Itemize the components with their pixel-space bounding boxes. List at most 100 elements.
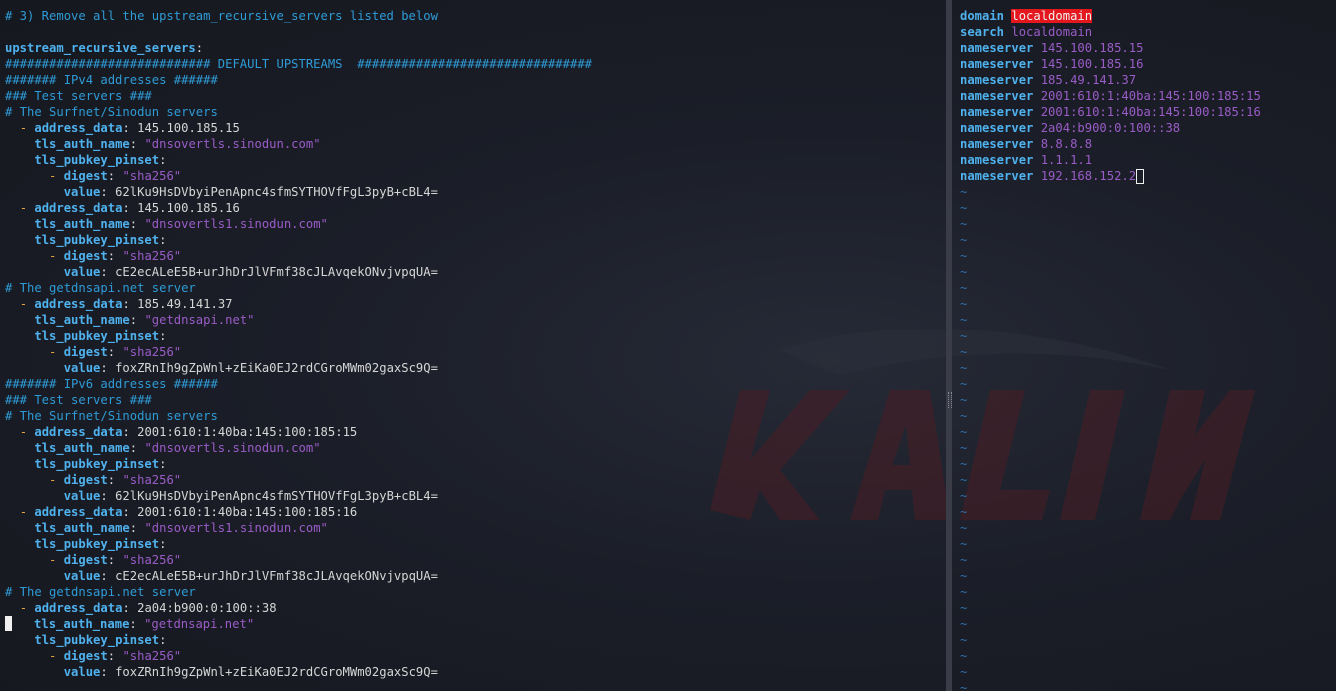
empty-line-marker: ~	[960, 632, 1261, 648]
resolv-line[interactable]: nameserver 192.168.152.2	[960, 168, 1261, 184]
tilde-marker: ~	[960, 377, 968, 391]
resolv-line[interactable]: nameserver 8.8.8.8	[960, 136, 1261, 152]
text-cursor	[1136, 169, 1145, 184]
code-line[interactable]: # 3) Remove all the upstream_recursive_s…	[5, 8, 592, 24]
code-line[interactable]: tls_auth_name: "dnsovertls1.sinodun.com"	[5, 520, 592, 536]
resolv-line[interactable]: nameserver 185.49.141.37	[960, 72, 1261, 88]
code-line[interactable]: tls_pubkey_pinset:	[5, 328, 592, 344]
code-line[interactable]: - address_data: 145.100.185.16	[5, 200, 592, 216]
right-editor-pane[interactable]: domain localdomain search localdomain name…	[953, 0, 1336, 691]
code-line[interactable]: - address_data: 185.49.141.37	[5, 296, 592, 312]
code-line[interactable]: ### Test servers ###	[5, 392, 592, 408]
code-line[interactable]: - digest: "sha256"	[5, 168, 592, 184]
code-line[interactable]: value: cE2ecALeE5B+urJhDrJlVFmf38cJLAvqe…	[5, 568, 592, 584]
code-line[interactable]: # The Surfnet/Sinodun servers	[5, 408, 592, 424]
pane-divider[interactable]	[946, 0, 952, 691]
tilde-marker: ~	[960, 361, 968, 375]
code-line[interactable]: ############################ DEFAULT UPS…	[5, 56, 592, 72]
empty-line-marker: ~	[960, 648, 1261, 664]
yaml-key: value	[63, 265, 101, 279]
code-line[interactable]: tls_pubkey_pinset:	[5, 536, 592, 552]
code-line[interactable]: - digest: "sha256"	[5, 648, 592, 664]
code-line[interactable]: tls_auth_name: "dnsovertls.sinodun.com"	[5, 440, 592, 456]
resolv-line[interactable]: nameserver 1.1.1.1	[960, 152, 1261, 168]
divider-grip-handle[interactable]	[948, 392, 952, 408]
resolv-line[interactable]: nameserver 145.100.185.15	[960, 40, 1261, 56]
code-line[interactable]: ### Test servers ###	[5, 88, 592, 104]
resolv-keyword: domain	[960, 9, 1005, 23]
resolv-line[interactable]: nameserver 2a04:b900:0:100::38	[960, 120, 1261, 136]
code-line[interactable]: - digest: "sha256"	[5, 344, 592, 360]
yaml-key: address_data	[34, 505, 123, 519]
code-line[interactable]: value: foxZRnIh9gZpWnl+zEiKa0EJ2rdCGroMW…	[5, 664, 592, 680]
resolv-line[interactable]: nameserver 2001:610:1:40ba:145:100:185:1…	[960, 88, 1261, 104]
resolv-line[interactable]: nameserver 145.100.185.16	[960, 56, 1261, 72]
code-line[interactable]: tls_auth_name: "dnsovertls.sinodun.com"	[5, 136, 592, 152]
code-line[interactable]: value: foxZRnIh9gZpWnl+zEiKa0EJ2rdCGroMW…	[5, 360, 592, 376]
empty-line-marker: ~	[960, 600, 1261, 616]
resolv-line[interactable]: search localdomain	[960, 24, 1261, 40]
resolv-line[interactable]: nameserver 2001:610:1:40ba:145:100:185:1…	[960, 104, 1261, 120]
yaml-key: tls_auth_name	[34, 217, 130, 231]
tilde-marker: ~	[960, 553, 968, 567]
yaml-string: "dnsovertls.sinodun.com"	[144, 137, 321, 151]
tilde-marker: ~	[960, 649, 968, 663]
code-line[interactable]: - address_data: 2001:610:1:40ba:145:100:…	[5, 504, 592, 520]
yaml-key: tls_pubkey_pinset	[34, 537, 160, 551]
empty-line-marker: ~	[960, 392, 1261, 408]
tilde-marker: ~	[960, 473, 968, 487]
tilde-marker: ~	[960, 329, 968, 343]
left-editor-text[interactable]: # 3) Remove all the upstream_recursive_s…	[5, 8, 592, 680]
code-comment: ### Test servers ###	[5, 393, 152, 407]
tilde-marker: ~	[960, 601, 968, 615]
resolv-keyword: nameserver	[960, 41, 1034, 55]
code-line[interactable]: upstream_recursive_servers:	[5, 40, 592, 56]
code-line[interactable]: tls_pubkey_pinset:	[5, 152, 592, 168]
code-line[interactable]: - digest: "sha256"	[5, 472, 592, 488]
code-comment: # The getdnsapi.net server	[5, 585, 196, 599]
yaml-key: address_data	[34, 601, 123, 615]
right-editor-text[interactable]: domain localdomain search localdomain name…	[960, 8, 1261, 691]
empty-line-marker: ~	[960, 504, 1261, 520]
code-line[interactable]: tls_pubkey_pinset:	[5, 632, 592, 648]
code-line[interactable]: tls_auth_name: "dnsovertls1.sinodun.com"	[5, 216, 592, 232]
code-line[interactable]: value: 62lKu9HsDVbyiPenApnc4sfmSYTHOVfFg…	[5, 184, 592, 200]
code-line[interactable]: tls_pubkey_pinset:	[5, 232, 592, 248]
yaml-value: foxZRnIh9gZpWnl+zEiKa0EJ2rdCGroMWm02gaxS…	[115, 665, 438, 679]
left-editor-pane[interactable]: # 3) Remove all the upstream_recursive_s…	[0, 0, 946, 691]
yaml-key: digest	[63, 345, 108, 359]
yaml-string: "dnsovertls1.sinodun.com"	[144, 521, 328, 535]
resolv-keyword: nameserver	[960, 169, 1034, 183]
code-line[interactable]: tls_auth_name: "getdnsapi.net"	[5, 616, 592, 632]
yaml-string: "sha256"	[122, 249, 182, 263]
resolv-value: 145.100.185.15	[1040, 41, 1144, 55]
yaml-key: upstream_recursive_servers	[5, 41, 196, 55]
tilde-marker: ~	[960, 665, 968, 679]
code-line[interactable]: - address_data: 145.100.185.15	[5, 120, 592, 136]
code-line[interactable]	[5, 24, 592, 40]
code-line[interactable]: ####### IPv6 addresses ######	[5, 376, 592, 392]
code-comment: # The Surfnet/Sinodun servers	[5, 105, 218, 119]
code-line[interactable]: # The getdnsapi.net server	[5, 280, 592, 296]
yaml-key: digest	[63, 169, 108, 183]
code-comment: ####### IPv6 addresses ######	[5, 377, 218, 391]
tilde-marker: ~	[960, 409, 968, 423]
yaml-key: value	[63, 489, 101, 503]
code-line[interactable]: - digest: "sha256"	[5, 248, 592, 264]
code-line[interactable]: value: cE2ecALeE5B+urJhDrJlVFmf38cJLAvqe…	[5, 264, 592, 280]
code-line[interactable]: # The Surfnet/Sinodun servers	[5, 104, 592, 120]
yaml-string: "sha256"	[122, 553, 182, 567]
code-line[interactable]: - address_data: 2001:610:1:40ba:145:100:…	[5, 424, 592, 440]
resolv-keyword: nameserver	[960, 105, 1034, 119]
code-line[interactable]: - address_data: 2a04:b900:0:100::38	[5, 600, 592, 616]
code-line[interactable]: ####### IPv4 addresses ######	[5, 72, 592, 88]
code-line[interactable]: # The getdnsapi.net server	[5, 584, 592, 600]
resolv-keyword: nameserver	[960, 89, 1034, 103]
code-line[interactable]: value: 62lKu9HsDVbyiPenApnc4sfmSYTHOVfFg…	[5, 488, 592, 504]
resolv-line[interactable]: domain localdomain	[960, 8, 1261, 24]
code-line[interactable]: - digest: "sha256"	[5, 552, 592, 568]
code-line[interactable]: tls_pubkey_pinset:	[5, 456, 592, 472]
yaml-key: address_data	[34, 425, 123, 439]
code-line[interactable]: tls_auth_name: "getdnsapi.net"	[5, 312, 592, 328]
tilde-marker: ~	[960, 585, 968, 599]
